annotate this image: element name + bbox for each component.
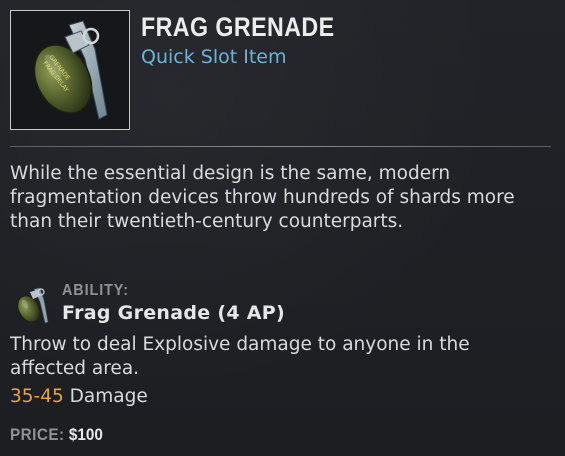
item-description: While the essential design is the same, … <box>10 163 515 232</box>
item-type: Quick Slot Item <box>141 46 287 68</box>
frag-grenade-ability-icon <box>10 284 52 326</box>
damage-label: Damage <box>69 386 148 407</box>
damage-range: 35-45 <box>10 386 64 407</box>
ability-name: Frag Grenade (4 AP) <box>62 302 286 324</box>
item-title: FRAG GRENADE <box>141 12 335 42</box>
damage-line: 35-45 Damage <box>10 386 148 407</box>
frag-grenade-icon: GRENADE FRAG DELAY <box>33 20 108 120</box>
divider <box>10 146 551 147</box>
price-line: PRICE: $100 <box>10 425 103 445</box>
price-label: PRICE: <box>10 425 65 444</box>
price-value: $100 <box>68 425 103 444</box>
ability-description: Throw to deal Explosive damage to anyone… <box>10 334 470 379</box>
item-image-frame: GRENADE FRAG DELAY <box>10 10 130 130</box>
item-tooltip: GRENADE FRAG DELAY FRAG GRENADE Quick Sl… <box>0 0 565 456</box>
ability-label: ABILITY: <box>62 282 129 299</box>
